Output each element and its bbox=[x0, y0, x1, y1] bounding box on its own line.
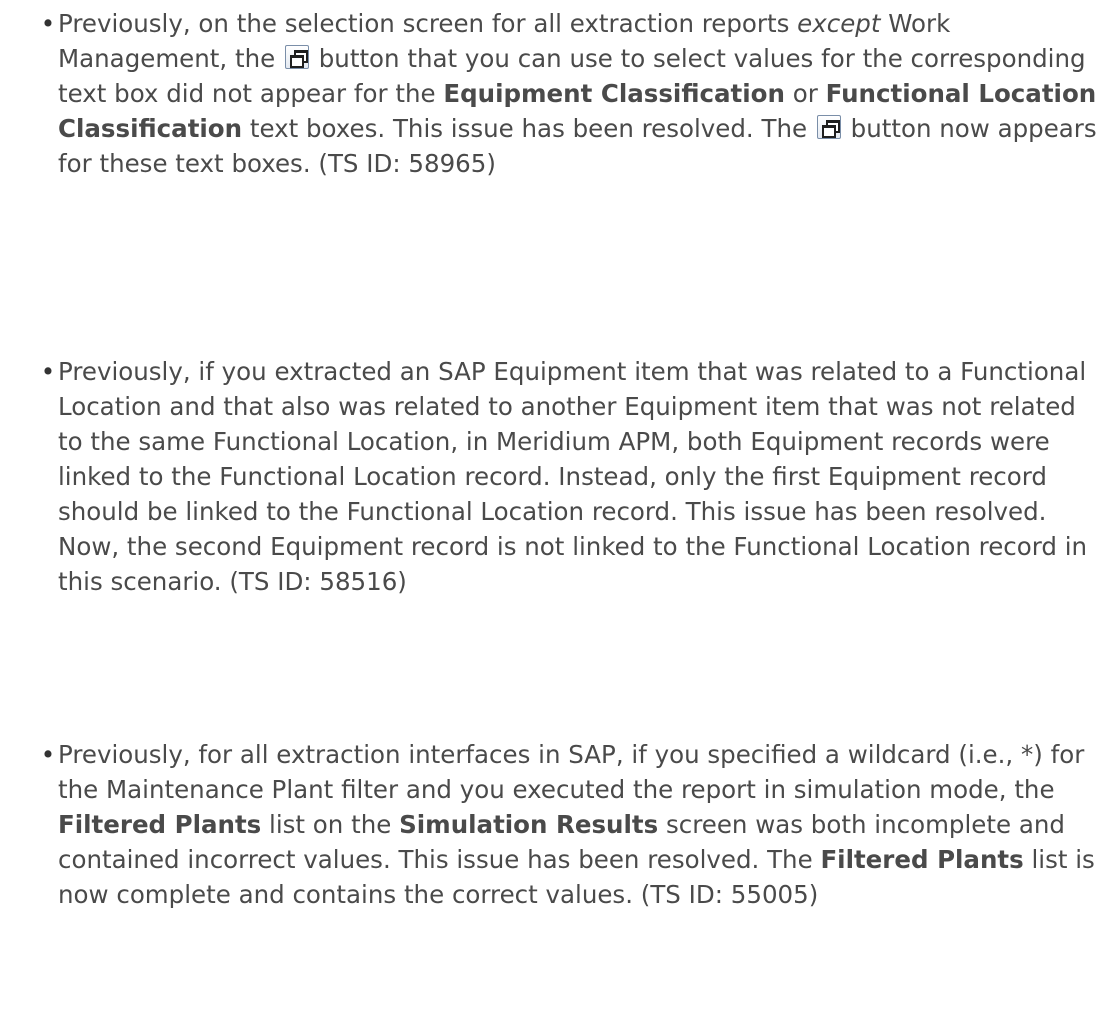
bullet-item-ts-58965: • Previously, on the selection screen fo… bbox=[0, 6, 1108, 181]
select-values-button-icon bbox=[816, 115, 841, 139]
bullet-item-ts-58516: • Previously, if you extracted an SAP Eq… bbox=[0, 354, 1108, 599]
body-text: Previously, if you extracted an SAP Equi… bbox=[58, 357, 1088, 596]
ui-term: Filtered Plants bbox=[58, 810, 262, 839]
bullet-icon: • bbox=[40, 740, 56, 769]
bullet-text: Previously, on the selection screen for … bbox=[58, 6, 1108, 181]
bullet-text: Previously, if you extracted an SAP Equi… bbox=[58, 354, 1108, 599]
body-text: text boxes. This issue has been resolved… bbox=[242, 114, 815, 143]
body-text: or bbox=[784, 79, 826, 108]
select-values-button-icon bbox=[284, 45, 309, 69]
bullet-icon: • bbox=[40, 9, 56, 38]
emphasis-text: except bbox=[797, 9, 881, 38]
bullet-text: Previously, for all extraction interface… bbox=[58, 737, 1108, 912]
ui-term: Equipment Classification bbox=[443, 79, 785, 108]
ui-term: Filtered Plants bbox=[820, 845, 1024, 874]
body-text: Previously, on the selection screen for … bbox=[58, 9, 798, 38]
bullet-icon: • bbox=[40, 357, 56, 386]
bullet-item-ts-55005: • Previously, for all extraction interfa… bbox=[0, 737, 1108, 912]
ui-term: Simulation Results bbox=[399, 810, 659, 839]
body-text: Previously, for all extraction interface… bbox=[58, 740, 1085, 804]
body-text: list on the bbox=[261, 810, 400, 839]
release-notes-document: • Previously, on the selection screen fo… bbox=[0, 0, 1115, 1027]
